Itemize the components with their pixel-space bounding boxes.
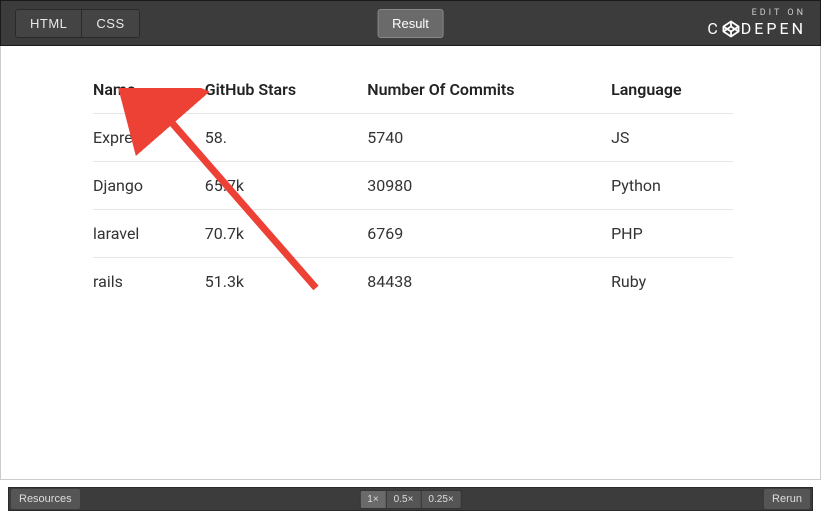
col-header-stars: GitHub Stars (205, 66, 368, 114)
table-row: rails51.3k84438Ruby (93, 258, 733, 306)
frameworks-table-wrap: Name GitHub Stars Number Of Commits Lang… (93, 66, 733, 305)
cell-stars: 65.7k (205, 162, 368, 210)
cell-stars: 70.7k (205, 210, 368, 258)
cell-commits: 30980 (367, 162, 611, 210)
cell-stars: 51.3k (205, 258, 368, 306)
col-header-commits: Number Of Commits (367, 66, 611, 114)
frameworks-table: Name GitHub Stars Number Of Commits Lang… (93, 66, 733, 305)
resources-button[interactable]: Resources (11, 489, 80, 509)
table-header-row: Name GitHub Stars Number Of Commits Lang… (93, 66, 733, 114)
codepen-branding[interactable]: EDIT ON C DEPEN (707, 9, 806, 38)
zoom-05x-button[interactable]: 0.5× (387, 490, 422, 509)
css-tab-button[interactable]: CSS (82, 9, 139, 38)
result-tab-button[interactable]: Result (377, 9, 444, 38)
result-frame: Name GitHub Stars Number Of Commits Lang… (0, 46, 821, 480)
zoom-025x-button[interactable]: 0.25× (421, 490, 461, 509)
cell-language: PHP (611, 210, 733, 258)
top-toolbar: HTML CSS Result EDIT ON C DEPEN (0, 0, 821, 46)
col-header-language: Language (611, 66, 733, 114)
cell-language: Python (611, 162, 733, 210)
zoom-controls: 1× 0.5× 0.25× (359, 490, 461, 509)
table-row: laravel70.7k6769PHP (93, 210, 733, 258)
zoom-1x-button[interactable]: 1× (359, 490, 386, 509)
brand-text-c: C (707, 21, 720, 37)
html-tab-button[interactable]: HTML (15, 9, 82, 38)
cell-stars: 58. (205, 114, 368, 162)
cell-name: Express (93, 114, 205, 162)
result-tab-wrap: Result (377, 9, 444, 38)
cell-commits: 6769 (367, 210, 611, 258)
cell-language: Ruby (611, 258, 733, 306)
cell-commits: 5740 (367, 114, 611, 162)
bottom-toolbar: Resources 1× 0.5× 0.25× Rerun (8, 487, 813, 511)
cell-name: rails (93, 258, 205, 306)
table-row: Express58.5740JS (93, 114, 733, 162)
table-row: Django65.7k30980Python (93, 162, 733, 210)
cell-language: JS (611, 114, 733, 162)
rerun-button[interactable]: Rerun (764, 489, 810, 509)
col-header-name: Name (93, 66, 205, 114)
cell-commits: 84438 (367, 258, 611, 306)
codepen-cube-icon (722, 20, 740, 38)
codepen-logo: C DEPEN (707, 20, 806, 38)
editor-tabs: HTML CSS (15, 9, 140, 38)
cell-name: laravel (93, 210, 205, 258)
brand-text-depen: DEPEN (741, 21, 806, 37)
cell-name: Django (93, 162, 205, 210)
edit-on-label: EDIT ON (752, 9, 806, 18)
